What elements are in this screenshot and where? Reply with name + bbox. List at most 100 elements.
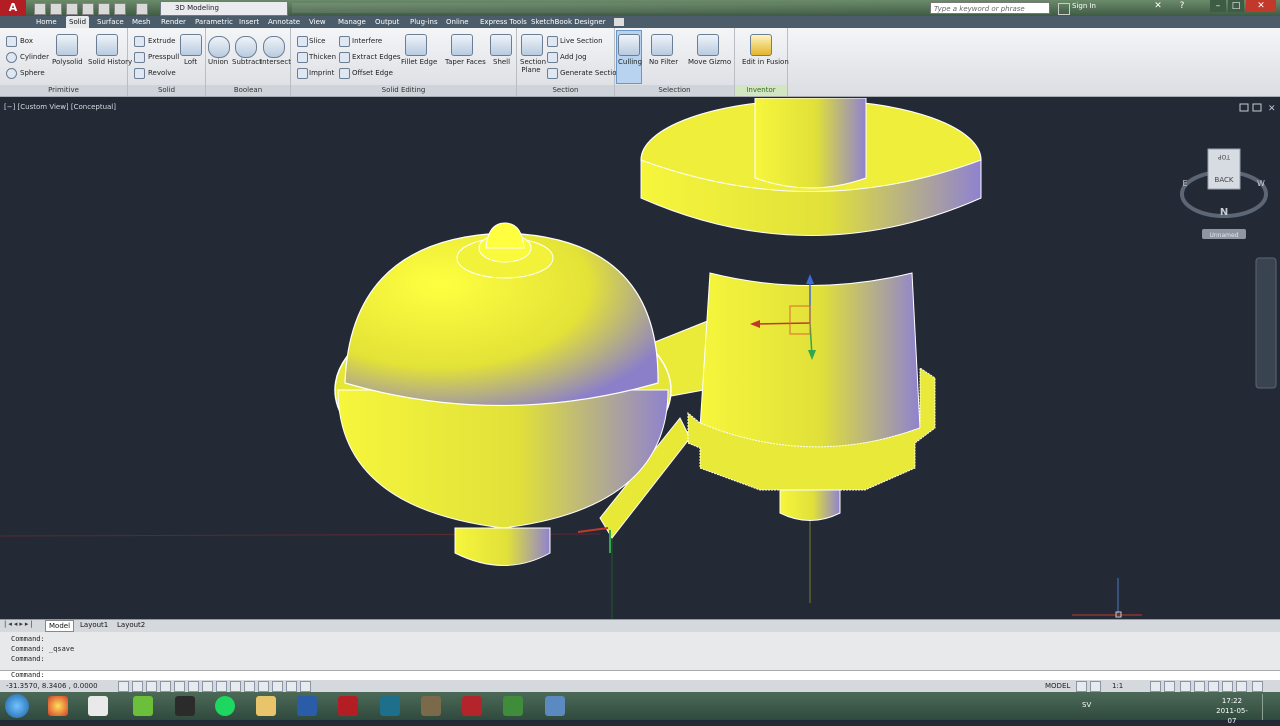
intersect-button[interactable]: Intersect [260, 58, 291, 66]
extract-edges-button[interactable]: Extract Edges [352, 53, 401, 61]
redo-icon[interactable] [136, 3, 148, 15]
cylinder-button[interactable]: Cylinder [20, 53, 49, 61]
tab-annotate[interactable]: Annotate [268, 16, 300, 28]
chrome-icon[interactable] [48, 696, 68, 716]
auto-scale-icon[interactable] [1164, 681, 1175, 692]
lineweight-icon[interactable] [258, 681, 269, 692]
search-input[interactable]: Type a keyword or phrase [930, 2, 1050, 14]
taper-faces-button[interactable]: Taper Faces [445, 58, 486, 66]
plot-icon[interactable] [98, 3, 110, 15]
add-jog-button[interactable]: Add Jog [560, 53, 587, 61]
tab-sketchbook-designer[interactable]: SketchBook Designer [531, 16, 606, 28]
tab-output[interactable]: Output [375, 16, 399, 28]
tab-solid[interactable]: Solid [66, 16, 90, 28]
tab-online[interactable]: Online [446, 16, 469, 28]
media-player-icon[interactable] [88, 696, 108, 716]
help-icon[interactable]: ? [1174, 0, 1190, 12]
annotation-visibility-icon[interactable] [1150, 681, 1161, 692]
workspace-dropdown[interactable]: 3D Modeling [160, 1, 288, 16]
save-as-icon[interactable] [82, 3, 94, 15]
live-section-button[interactable]: Live Section [560, 37, 603, 45]
interfere-button[interactable]: Interfere [352, 37, 382, 45]
object-snap-tracking-icon[interactable] [216, 681, 227, 692]
app-icon-5[interactable] [545, 696, 565, 716]
app-icon[interactable] [175, 696, 195, 716]
tab-manage[interactable]: Manage [338, 16, 366, 28]
show-desktop-button[interactable] [1262, 694, 1279, 720]
no-filter-button[interactable]: No Filter [649, 58, 678, 66]
sign-in-link[interactable]: Sign In [1072, 2, 1096, 10]
open-icon[interactable] [50, 3, 62, 15]
tab-layout2[interactable]: Layout2 [114, 620, 148, 630]
hardware-acceleration-icon[interactable] [1222, 681, 1233, 692]
model-space-toggle[interactable]: MODEL [1045, 682, 1070, 690]
app-icon-4[interactable] [503, 696, 523, 716]
tab-render[interactable]: Render [161, 16, 186, 28]
revolve-button[interactable]: Revolve [148, 69, 176, 77]
transparency-icon[interactable] [272, 681, 283, 692]
ortho-mode-icon[interactable] [160, 681, 171, 692]
minimize-icon[interactable]: – [1210, 0, 1226, 12]
lock-ui-icon[interactable] [1194, 681, 1205, 692]
language-indicator[interactable]: SV [1082, 701, 1091, 709]
coordinate-readout[interactable]: -31.3570, 8.3406 , 0.0000 [6, 682, 98, 690]
app-icon-3[interactable] [421, 696, 441, 716]
model-canvas[interactable]: BACK TOP N W E Unnamed ✕ [0, 97, 1280, 620]
tab-model[interactable]: Model [45, 620, 75, 632]
save-icon[interactable] [66, 3, 78, 15]
layout-nav-arrows[interactable]: |◂◂▸▸| [4, 620, 44, 630]
tab-view[interactable]: View [309, 16, 326, 28]
culling-button[interactable]: Culling [618, 58, 642, 66]
fillet-edge-button[interactable]: Fillet Edge [401, 58, 437, 66]
tab-plug-ins[interactable]: Plug-ins [410, 16, 438, 28]
restore-icon[interactable]: □ [1228, 0, 1244, 12]
annotation-scale[interactable]: 1:1 [1112, 682, 1123, 690]
drawing-viewport[interactable]: BACK TOP N W E Unnamed ✕ [0, 97, 1280, 620]
snap-mode-icon[interactable] [132, 681, 143, 692]
quick-view-layouts-icon[interactable] [1076, 681, 1087, 692]
extrude-button[interactable]: Extrude [148, 37, 175, 45]
autocad-icon[interactable] [338, 696, 358, 716]
edit-in-fusion-button[interactable]: Edit in Fusion [742, 58, 789, 66]
presspull-button[interactable]: Presspull [148, 53, 179, 61]
tab-insert[interactable]: Insert [239, 16, 259, 28]
object-snap-icon[interactable] [188, 681, 199, 692]
solid-history-button[interactable]: Solid History [88, 58, 132, 66]
chat-app-icon[interactable] [133, 696, 153, 716]
dynamic-input-icon[interactable] [244, 681, 255, 692]
close-icon[interactable]: ✕ [1246, 0, 1276, 12]
loft-button[interactable]: Loft [184, 58, 197, 66]
section-plane-button[interactable]: Section Plane [520, 58, 546, 74]
infer-constraints-icon[interactable] [118, 681, 129, 692]
tab-layout1[interactable]: Layout1 [77, 620, 111, 630]
selection-cycling-icon[interactable] [300, 681, 311, 692]
application-menu-button[interactable]: A [0, 0, 26, 16]
3d-object-snap-icon[interactable] [202, 681, 213, 692]
quick-properties-icon[interactable] [286, 681, 297, 692]
thicken-button[interactable]: Thicken [309, 53, 336, 61]
tab-options-icon[interactable] [614, 18, 624, 26]
generate-section-button[interactable]: Generate Section [560, 69, 621, 77]
shell-button[interactable]: Shell [493, 58, 510, 66]
polysolid-button[interactable]: Polysolid [52, 58, 83, 66]
imprint-button[interactable]: Imprint [309, 69, 334, 77]
subtract-button[interactable]: Subtract [232, 58, 262, 66]
exchange-icon[interactable]: ✕ [1150, 0, 1166, 12]
quick-view-drawings-icon[interactable] [1090, 681, 1101, 692]
start-button[interactable] [5, 694, 29, 718]
undo-icon[interactable] [114, 3, 126, 15]
tab-parametric[interactable]: Parametric [195, 16, 233, 28]
viewport-controls-label[interactable]: [−] [Custom View] [Conceptual] [4, 103, 116, 111]
tab-home[interactable]: Home [36, 16, 57, 28]
tab-express-tools[interactable]: Express Tools [480, 16, 527, 28]
union-button[interactable]: Union [208, 58, 228, 66]
grid-display-icon[interactable] [146, 681, 157, 692]
sphere-button[interactable]: Sphere [20, 69, 45, 77]
search-icon[interactable] [1058, 3, 1070, 15]
box-button[interactable]: Box [20, 37, 33, 45]
offset-edge-button[interactable]: Offset Edge [352, 69, 393, 77]
word-icon[interactable] [297, 696, 317, 716]
clock[interactable]: 17:22 2011-05-07 [1212, 696, 1252, 726]
status-tray-settings-icon[interactable] [1236, 681, 1247, 692]
app-icon-2[interactable] [380, 696, 400, 716]
